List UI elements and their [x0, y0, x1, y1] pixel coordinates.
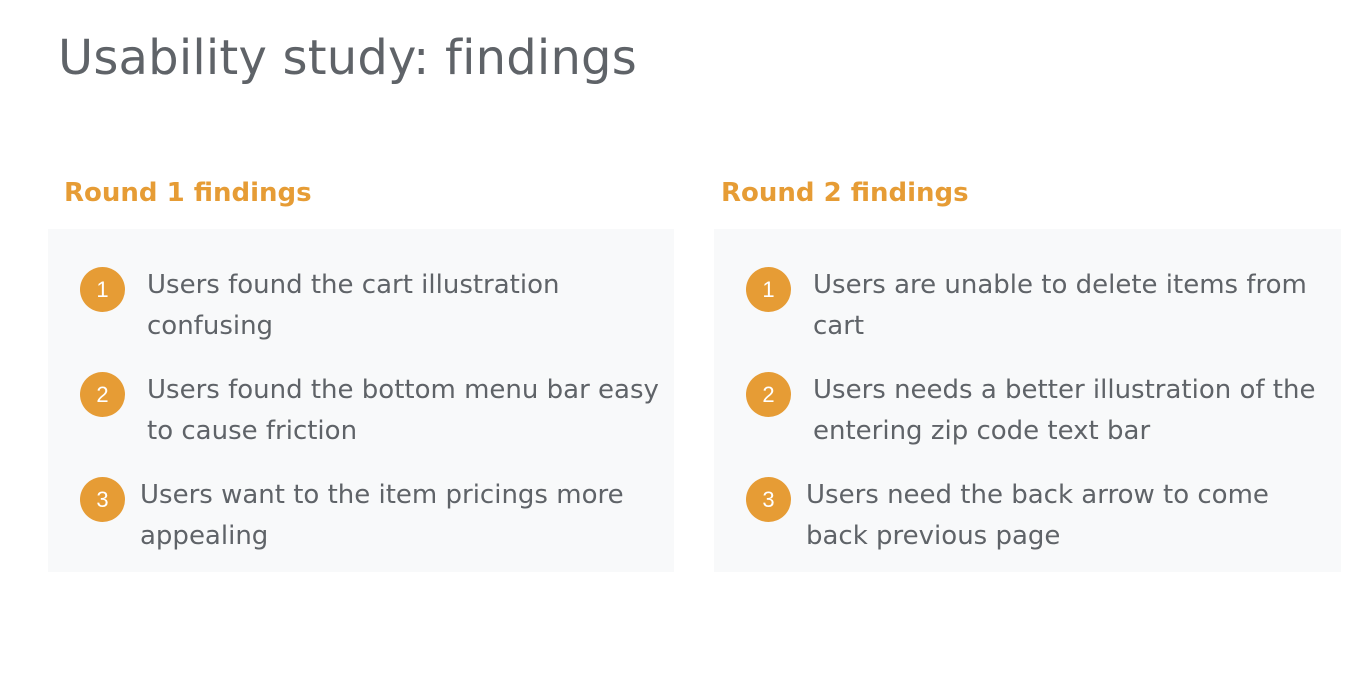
finding-number-badge: 1 [80, 267, 125, 312]
round-2-findings-card: 1 Users are unable to delete items from … [714, 229, 1341, 572]
finding-text: Users want to the item pricings more app… [140, 480, 624, 551]
finding-item: 1 Users found the cart illustration conf… [80, 267, 666, 359]
finding-item: 3 Users need the back arrow to come back… [746, 477, 1333, 569]
finding-number-badge: 3 [80, 477, 125, 522]
finding-text: Users are unable to delete items from ca… [813, 270, 1307, 341]
finding-number-badge: 1 [746, 267, 791, 312]
finding-number-badge: 2 [80, 372, 125, 417]
finding-item: 2 Users found the bottom menu bar easy t… [80, 372, 666, 464]
finding-item: 2 Users needs a better illustration of t… [746, 372, 1333, 464]
finding-number-badge: 3 [746, 477, 791, 522]
finding-text: Users found the bottom menu bar easy to … [147, 375, 659, 446]
page-title: Usability study: findings [58, 30, 637, 86]
finding-item: 3 Users want to the item pricings more a… [80, 477, 666, 569]
finding-text: Users need the back arrow to come back p… [806, 480, 1269, 551]
round-2-heading: Round 2 findings [721, 178, 969, 208]
round-1-heading: Round 1 findings [64, 178, 312, 208]
finding-number-badge: 2 [746, 372, 791, 417]
finding-item: 1 Users are unable to delete items from … [746, 267, 1333, 359]
finding-text: Users found the cart illustration confus… [147, 270, 560, 341]
round-1-findings-card: 1 Users found the cart illustration conf… [48, 229, 674, 572]
finding-text: Users needs a better illustration of the… [813, 375, 1316, 446]
